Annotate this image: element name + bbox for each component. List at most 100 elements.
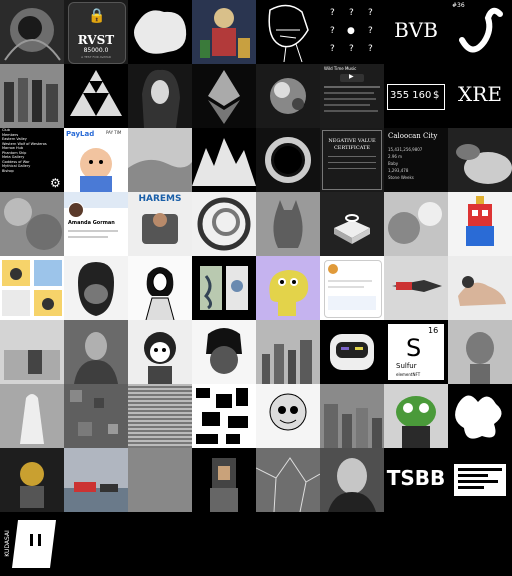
ring-box <box>334 214 370 244</box>
tile-noise-bw[interactable] <box>192 384 256 448</box>
menu-list: Club Members Eastern Valley Western Wolf of… <box>2 128 47 173</box>
tile-group-photo[interactable] <box>0 64 64 128</box>
tile-ape-bw[interactable] <box>64 256 128 320</box>
tile-boat-photo[interactable] <box>64 448 128 512</box>
tile-cracked-texture[interactable] <box>256 448 320 512</box>
tile-rvst-card[interactable]: 🔒 RVST 85000.0 A TEST FOR AVATAR <box>64 0 128 64</box>
tile-city-skyline[interactable] <box>256 320 320 384</box>
tile-bvb[interactable]: BVB <box>384 0 448 64</box>
tile-gray-solid[interactable] <box>128 448 192 512</box>
tile-dino-cartoon[interactable] <box>256 256 320 320</box>
tile-price-box[interactable]: 355 160 $ <box>384 64 448 128</box>
tile-pixel-gray[interactable] <box>64 384 128 448</box>
tile-chrome-sculpture[interactable] <box>256 64 320 128</box>
avatar <box>328 264 338 274</box>
tile-music-list[interactable]: Wild Time Music ▶ <box>320 64 384 128</box>
fabric-art <box>448 128 512 192</box>
tile-splash-bw[interactable] <box>448 384 512 448</box>
tile-aerial-city[interactable] <box>320 384 384 448</box>
tile-menu[interactable]: Club Members Eastern Valley Western Wolf of… <box>0 128 64 192</box>
line-drawing <box>268 4 309 63</box>
tile-ape-helmet[interactable] <box>192 320 256 384</box>
tile-profile-card[interactable] <box>320 256 384 320</box>
tile-payload-avatar[interactable]: PayLad PAY TIM <box>64 128 128 192</box>
bvb-text: BVB <box>394 18 438 42</box>
group-photo <box>0 64 64 128</box>
question-icon: ? <box>330 26 335 36</box>
tile-xre[interactable]: XRE <box>448 64 512 128</box>
cloud-art <box>0 192 64 256</box>
squiggle-icon <box>459 7 503 53</box>
boat-photo <box>64 448 128 512</box>
tile-sulfur[interactable]: 16 S Sulfur elementNFT <box>384 320 448 384</box>
ring-art <box>265 137 311 183</box>
character-art <box>0 448 64 512</box>
figure-art <box>448 256 512 320</box>
tile-tsbb[interactable]: TSBB <box>384 448 448 512</box>
tile-door-photo[interactable] <box>0 320 64 384</box>
question-icon: ? <box>330 8 335 18</box>
tile-kudasai[interactable]: KUDASAI <box>0 512 64 576</box>
tile-red-logo[interactable] <box>384 256 448 320</box>
tile-cat-statue[interactable] <box>256 192 320 256</box>
element-symbol: S <box>406 334 422 362</box>
tile-cartoon-boy[interactable] <box>256 384 320 448</box>
tile-portrait-woman[interactable] <box>128 64 192 128</box>
tile-ethereum[interactable] <box>192 64 256 128</box>
tile-pixel-hooded[interactable] <box>192 448 256 512</box>
tile-reclining-figure[interactable] <box>448 256 512 320</box>
menu-item[interactable]: Bishop <box>2 169 47 174</box>
triangle-fractal <box>70 70 122 116</box>
tile-stripes[interactable] <box>128 384 192 448</box>
tile-sierpinski[interactable] <box>64 64 128 128</box>
tile-anime-girl[interactable] <box>128 320 192 384</box>
tile-dark-sketch[interactable] <box>0 0 64 64</box>
cards-art <box>200 266 248 310</box>
tile-mountain-abstract[interactable] <box>192 128 256 192</box>
music-header: Wild Time Music <box>324 66 357 71</box>
detail-line: Stone Weeks <box>388 175 414 180</box>
tile-amanda-profile[interactable]: Amanda Gorman <box>64 192 128 256</box>
tile-white-blob[interactable] <box>128 0 192 64</box>
gear-icon[interactable]: ⚙ <box>50 176 61 190</box>
tile-harems[interactable]: HAREMS <box>128 192 192 256</box>
tile-pixel-robot[interactable] <box>448 192 512 256</box>
tile-collage-art[interactable] <box>192 0 256 64</box>
caloocan-details: 15,431,256,9807 2.96 m Baby 1,293,478 Stone … <box>388 146 422 181</box>
tile-noise-cloud[interactable] <box>384 192 448 256</box>
element-name: Sulfur <box>396 362 417 370</box>
tile-swirl[interactable] <box>192 192 256 256</box>
avatar-art <box>80 148 112 192</box>
tile-pepe[interactable] <box>384 384 448 448</box>
tile-cloud-texture[interactable] <box>0 192 64 256</box>
tile-certificate[interactable]: NEGATIVE VALUE CERTIFICATE <box>320 128 384 192</box>
cert-title: NEGATIVE VALUE <box>328 138 376 144</box>
sketch-art <box>0 0 64 64</box>
avatar <box>68 202 84 218</box>
tile-question-grid[interactable]: ? ? ? ? ● ? ? ? ? <box>320 0 384 64</box>
tile-woman-sketch[interactable] <box>128 256 192 320</box>
tile-barcode-text[interactable] <box>448 448 512 512</box>
tile-statue-head[interactable] <box>448 320 512 384</box>
question-icon: ? <box>349 44 354 54</box>
tile-line-drawing[interactable] <box>256 0 320 64</box>
tile-comic-strip[interactable] <box>0 256 64 320</box>
price-value: 355 160 <box>390 90 432 101</box>
tile-soldier-portrait[interactable] <box>64 320 128 384</box>
mountain-art <box>192 138 256 186</box>
tile-jfk-portrait[interactable] <box>320 448 384 512</box>
tile-fabric-closeup[interactable] <box>448 128 512 192</box>
woman-sketch <box>128 256 192 320</box>
tile-character-card[interactable] <box>0 448 64 512</box>
tsbb-text: TSBB <box>386 466 446 490</box>
tile-robot-face[interactable] <box>320 320 384 384</box>
tile-black-ring[interactable] <box>256 128 320 192</box>
tile-robed-figure[interactable] <box>0 384 64 448</box>
tile-cards-pair[interactable] <box>192 256 256 320</box>
tile-rock-photo[interactable] <box>128 128 192 192</box>
noise-art <box>384 192 448 256</box>
tile-caloocan[interactable]: Caloocan City 15,431,256,9807 2.96 m Baby 1… <box>384 128 448 192</box>
play-icon[interactable]: ▶ <box>349 73 354 80</box>
tile-squiggle[interactable]: #36 <box>448 0 512 64</box>
tile-ring-box[interactable] <box>320 192 384 256</box>
